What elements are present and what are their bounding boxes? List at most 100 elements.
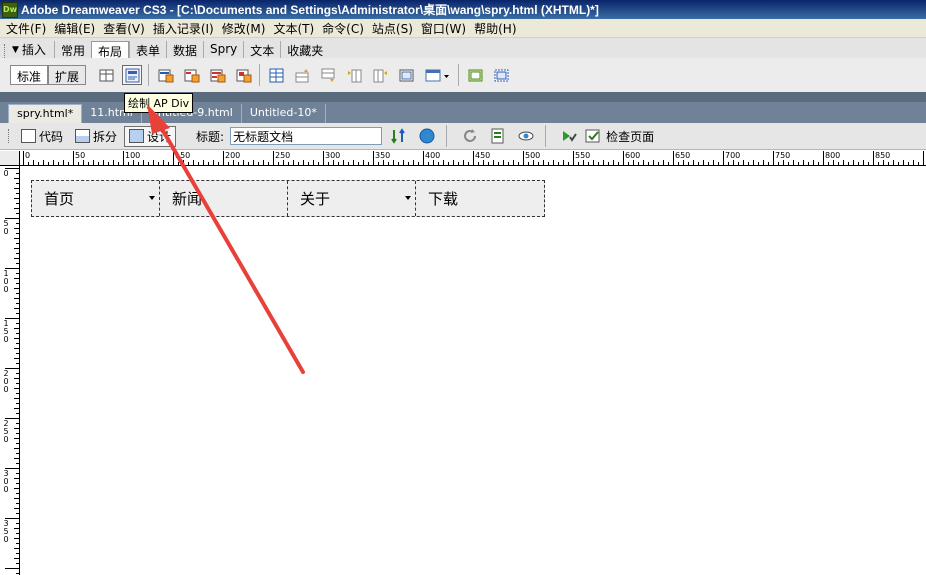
insert-tab[interactable]: Spry bbox=[203, 41, 243, 58]
spry-accordion-icon[interactable] bbox=[207, 65, 227, 85]
ruler-tick bbox=[523, 151, 524, 165]
document-toolbar-grip[interactable] bbox=[8, 129, 12, 143]
ruler-tick bbox=[248, 162, 249, 165]
preview-in-browser-icon[interactable] bbox=[416, 126, 438, 146]
ruler-tick bbox=[14, 298, 19, 299]
insert-bar-grip[interactable] bbox=[4, 44, 8, 58]
ruler-label: 300 bbox=[3, 469, 9, 494]
ruler-label: 0 bbox=[25, 151, 31, 160]
layout-cell-icon[interactable] bbox=[491, 65, 511, 85]
code-view-button[interactable]: 代码 bbox=[16, 126, 68, 147]
design-view-button[interactable]: 设计 bbox=[124, 125, 177, 147]
validate-markup-icon[interactable] bbox=[558, 126, 580, 146]
spry-menu-item[interactable]: 下载 bbox=[416, 181, 544, 216]
frames-dropdown-icon[interactable] bbox=[422, 65, 452, 85]
insert-tab[interactable]: 收藏夹 bbox=[280, 41, 329, 58]
ruler-tick bbox=[16, 563, 19, 564]
ruler-label: 50 bbox=[3, 219, 9, 236]
standard-mode-button[interactable]: 标准 bbox=[10, 65, 49, 85]
insert-tab[interactable]: 常用 bbox=[53, 41, 91, 58]
ruler-origin[interactable] bbox=[0, 151, 20, 166]
document-tab[interactable]: Untitled-10* bbox=[242, 104, 326, 123]
ruler-label: 200 bbox=[225, 151, 241, 160]
insert-bar-tabs: ▼ 插入 常用 布局 表单 数据 Spry 文本 收藏夹 bbox=[0, 38, 926, 59]
insert-row-above-icon[interactable] bbox=[292, 65, 312, 85]
ruler-tick bbox=[703, 160, 704, 165]
design-view-icon bbox=[129, 129, 145, 143]
insert-row-below-icon[interactable] bbox=[318, 65, 338, 85]
spry-collapsible-panel-icon[interactable] bbox=[233, 65, 253, 85]
ruler-tick bbox=[16, 263, 19, 264]
ruler-label: 750 bbox=[775, 151, 791, 160]
ruler-tick bbox=[468, 162, 469, 165]
ruler-tick bbox=[293, 160, 294, 165]
ruler-tick bbox=[118, 162, 119, 165]
insert-bar-toggle[interactable]: ▼ 插入 bbox=[12, 41, 46, 58]
menu-item[interactable]: 命令(C) bbox=[318, 20, 368, 37]
insert-tab[interactable]: 文本 bbox=[243, 41, 280, 58]
frame-icon[interactable] bbox=[396, 65, 416, 85]
split-view-button[interactable]: 拆分 bbox=[70, 126, 122, 147]
submenu-arrow-icon bbox=[149, 196, 155, 200]
ruler-tick bbox=[16, 173, 19, 174]
ruler-label: 600 bbox=[625, 151, 641, 160]
ruler-tick bbox=[768, 162, 769, 165]
insert-tab[interactable]: 布局 bbox=[90, 41, 129, 59]
extended-mode-button[interactable]: 扩展 bbox=[48, 65, 87, 85]
spry-menu-item[interactable]: 新闻 bbox=[160, 181, 288, 216]
ruler-tick bbox=[16, 243, 19, 244]
ruler-tick bbox=[448, 162, 449, 165]
menu-item[interactable]: 站点(S) bbox=[368, 20, 417, 37]
menu-item[interactable]: 编辑(E) bbox=[50, 20, 99, 37]
ruler-tick bbox=[888, 162, 889, 165]
ruler-tick bbox=[578, 162, 579, 165]
ruler-tick bbox=[16, 463, 19, 464]
menu-item[interactable]: 查看(V) bbox=[99, 20, 149, 37]
ruler-tick bbox=[83, 160, 84, 165]
check-page-button[interactable]: 检查页面 bbox=[584, 127, 654, 145]
refresh-design-view-icon[interactable] bbox=[459, 126, 481, 146]
ruler-tick bbox=[443, 160, 444, 165]
file-management-icon[interactable] bbox=[388, 126, 410, 146]
insert-bar: ▼ 插入 常用 布局 表单 数据 Spry 文本 收藏夹 标准 扩展 bbox=[0, 38, 926, 92]
table-tool-icon[interactable] bbox=[96, 65, 116, 85]
ruler-tick bbox=[16, 453, 19, 454]
insert-tab[interactable]: 数据 bbox=[165, 41, 203, 58]
insert-column-right-icon[interactable] bbox=[370, 65, 390, 85]
insert-tab[interactable]: 表单 bbox=[128, 41, 166, 58]
design-view-label: 设计 bbox=[147, 129, 172, 144]
page-title-input[interactable] bbox=[230, 127, 383, 145]
spry-menu-bar-icon[interactable] bbox=[155, 65, 175, 85]
ruler-tick bbox=[14, 498, 19, 499]
ruler-tick bbox=[253, 160, 254, 165]
ruler-tick bbox=[758, 162, 759, 165]
ruler-tick bbox=[658, 162, 659, 165]
ruler-tick bbox=[16, 303, 19, 304]
menu-item[interactable]: 文本(T) bbox=[269, 20, 318, 37]
design-view-canvas[interactable]: 首页 新闻 关于 下载 bbox=[21, 166, 926, 575]
ruler-tick bbox=[853, 160, 854, 165]
insert-column-left-icon[interactable] bbox=[344, 65, 364, 85]
menu-item[interactable]: 修改(M) bbox=[218, 20, 270, 37]
document-tab[interactable]: spry.html* bbox=[8, 104, 83, 123]
ruler-label: 500 bbox=[525, 151, 541, 160]
view-options-icon[interactable] bbox=[487, 126, 509, 146]
vertical-ruler: 0 50 100 150 200 250 300 350 bbox=[0, 166, 20, 575]
spry-menu-item-label: 下载 bbox=[428, 190, 459, 208]
menu-item[interactable]: 帮助(H) bbox=[470, 20, 520, 37]
layout-table-icon[interactable] bbox=[465, 65, 485, 85]
ruler-tick bbox=[16, 323, 19, 324]
draw-ap-div-icon[interactable] bbox=[122, 65, 143, 85]
menu-item[interactable]: 文件(F) bbox=[2, 20, 50, 37]
ruler-tick bbox=[778, 162, 779, 165]
table-icon[interactable] bbox=[266, 65, 286, 85]
menu-item[interactable]: 窗口(W) bbox=[417, 20, 470, 37]
ruler-tick bbox=[368, 162, 369, 165]
spry-menu-item[interactable]: 关于 bbox=[288, 181, 416, 216]
ruler-tick bbox=[843, 160, 844, 165]
menu-item[interactable]: 插入记录(I) bbox=[149, 20, 218, 37]
spry-tabbed-panels-icon[interactable] bbox=[181, 65, 201, 85]
spry-menu-item[interactable]: 首页 bbox=[32, 181, 160, 216]
spry-menu-bar[interactable]: 首页 新闻 关于 下载 bbox=[31, 180, 545, 217]
visual-aids-icon[interactable] bbox=[515, 126, 537, 146]
